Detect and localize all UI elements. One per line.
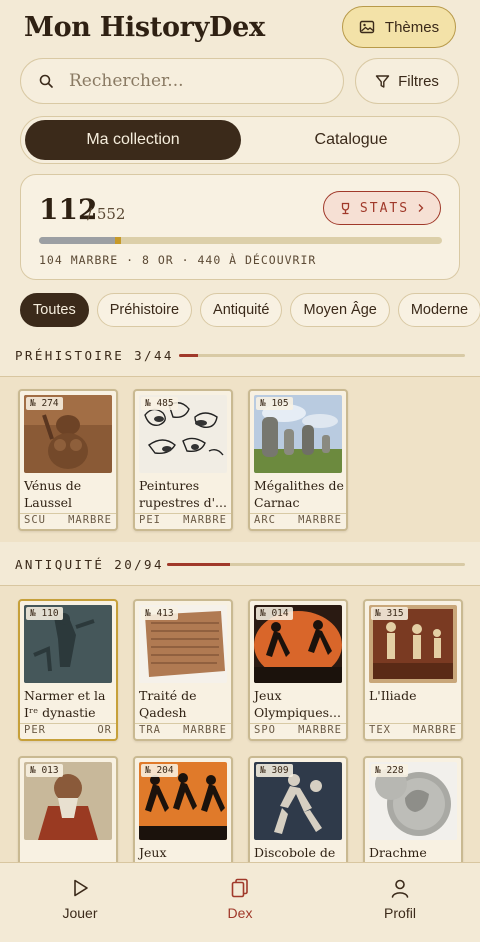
- card-rarity: MARBRE: [183, 724, 227, 736]
- search-icon: [39, 74, 53, 88]
- card-name: Jeux: [139, 845, 167, 860]
- nav-dex[interactable]: Dex: [195, 877, 285, 921]
- card-footer: TEX MARBRE: [365, 723, 461, 739]
- card-rarity: MARBRE: [298, 724, 342, 736]
- card-name: Mégalithes de Carnac: [254, 478, 344, 510]
- card-category: SCU: [24, 514, 46, 526]
- chip-moyen-age[interactable]: Moyen Âge: [290, 293, 390, 327]
- gold-progress: [115, 237, 121, 244]
- image-icon: [359, 20, 375, 34]
- trophy-icon: [341, 202, 350, 214]
- card-venus-de-laussel[interactable]: № 274 Vénus de Laussel SCU MARBRE: [18, 389, 118, 531]
- search-bar[interactable]: [20, 58, 344, 104]
- card-rarity: MARBRE: [68, 514, 112, 526]
- card-name: Jeux Olympiques...: [254, 688, 341, 720]
- card-l-iliade[interactable]: № 315 L'Iliade TEX MARBRE: [363, 599, 463, 741]
- total-count: / 552: [87, 205, 126, 223]
- card-number: № 014: [256, 607, 293, 620]
- card-number: № 105: [256, 397, 293, 410]
- card-rarity: MARBRE: [413, 724, 457, 736]
- section-title: ANTIQUITÉ 20/94: [15, 557, 164, 572]
- filters-label: Filtres: [398, 72, 439, 90]
- page-title: Mon HistoryDex: [24, 12, 265, 43]
- card-name: Vénus de Laussel: [24, 478, 82, 510]
- card-number: № 309: [256, 764, 293, 777]
- app-header: Mon HistoryDex Thèmes: [0, 0, 480, 56]
- card-number: № 228: [371, 764, 408, 777]
- card-name: Traité de Qadesh: [139, 688, 197, 720]
- card-category: PEI: [139, 514, 161, 526]
- bottom-navigation: Jouer Dex Profil: [0, 862, 480, 942]
- card-number: № 413: [141, 607, 178, 620]
- chevron-right-icon: [418, 204, 424, 212]
- section-progress-fill: [167, 563, 231, 566]
- section-progress-fill: [179, 354, 199, 357]
- section-progress-bar: [167, 563, 465, 566]
- card-footer: PEI MARBRE: [135, 513, 231, 529]
- card-name: L'Iliade: [369, 688, 417, 703]
- card-category: PER: [24, 724, 46, 736]
- nav-label: Dex: [227, 905, 253, 921]
- play-icon: [74, 879, 88, 897]
- themes-label: Thèmes: [384, 18, 440, 36]
- card-rarity: OR: [97, 724, 112, 736]
- chip-toutes[interactable]: Toutes: [20, 293, 89, 327]
- tab-ma-collection[interactable]: Ma collection: [25, 120, 241, 160]
- section-progress-bar: [179, 354, 465, 357]
- section-header-antiquite: ANTIQUITÉ 20/94: [15, 557, 465, 577]
- card-number: № 274: [26, 397, 63, 410]
- user-icon: [391, 879, 409, 898]
- card-category: ARC: [254, 514, 276, 526]
- filters-button[interactable]: Filtres: [355, 58, 459, 104]
- chip-prehistoire[interactable]: Préhistoire: [96, 293, 193, 327]
- search-input[interactable]: [69, 71, 309, 91]
- section-header-prehistoire: PRÉHISTOIRE 3/44: [15, 348, 465, 368]
- collection-tabs: Ma collection Catalogue: [20, 116, 460, 164]
- card-category: SPO: [254, 724, 276, 736]
- section-title: PRÉHISTOIRE 3/44: [15, 348, 174, 363]
- card-traite-de-qadesh[interactable]: № 413 Traité de Qadesh TRA MARBRE: [133, 599, 233, 741]
- chip-moderne[interactable]: Moderne: [397, 293, 480, 327]
- card-footer: ARC MARBRE: [250, 513, 346, 529]
- card-number: № 204: [141, 764, 178, 777]
- cards-icon: [231, 878, 248, 898]
- card-footer: TRA MARBRE: [135, 723, 231, 739]
- card-category: TEX: [369, 724, 391, 736]
- card-name: Narmer et la Iʳᵉ dynastie: [24, 688, 106, 720]
- card-footer: SCU MARBRE: [20, 513, 116, 529]
- chip-antiquite[interactable]: Antiquité: [200, 293, 283, 327]
- collection-stats-card: 112 / 552 STATS 104 MARBRE · 8 OR · 440 …: [20, 174, 460, 280]
- card-rarity: MARBRE: [298, 514, 342, 526]
- card-narmer[interactable]: № 110 Narmer et la Iʳᵉ dynastie PER OR: [18, 599, 118, 741]
- card-number: № 485: [141, 397, 178, 410]
- themes-button[interactable]: Thèmes: [342, 6, 456, 48]
- filter-icon: [375, 74, 390, 88]
- nav-label: Jouer: [62, 905, 98, 921]
- nav-label: Profil: [384, 905, 416, 921]
- card-footer: SPO MARBRE: [250, 723, 346, 739]
- stats-button-label: STATS: [359, 200, 410, 216]
- card-category: TRA: [139, 724, 161, 736]
- card-jeux-olympiques[interactable]: № 014 Jeux Olympiques... SPO MARBRE: [248, 599, 348, 741]
- collection-progress-bar: [39, 237, 442, 244]
- card-peintures-rupestres[interactable]: № 485 Peintures rupestres d'... PEI MARB…: [133, 389, 233, 531]
- collection-summary: 104 MARBRE · 8 OR · 440 À DÉCOUVRIR: [39, 253, 317, 267]
- card-name: Drachme: [369, 845, 427, 860]
- card-footer: PER OR: [20, 723, 116, 739]
- card-rarity: MARBRE: [183, 514, 227, 526]
- nav-profil[interactable]: Profil: [355, 877, 445, 921]
- nav-jouer[interactable]: Jouer: [35, 877, 125, 921]
- stats-button[interactable]: STATS: [323, 191, 441, 225]
- era-filter-chips: Toutes Préhistoire Antiquité Moyen Âge M…: [20, 293, 480, 327]
- card-number: № 315: [371, 607, 408, 620]
- tab-catalogue[interactable]: Catalogue: [247, 120, 455, 160]
- marble-progress: [39, 237, 115, 244]
- card-number: № 110: [26, 607, 63, 620]
- card-megalithes-de-carnac[interactable]: № 105 Mégalithes de Carnac ARC MARBRE: [248, 389, 348, 531]
- card-name: Peintures rupestres d'...: [139, 478, 227, 510]
- card-number: № 013: [26, 764, 63, 777]
- card-name: Discobole de: [254, 845, 336, 860]
